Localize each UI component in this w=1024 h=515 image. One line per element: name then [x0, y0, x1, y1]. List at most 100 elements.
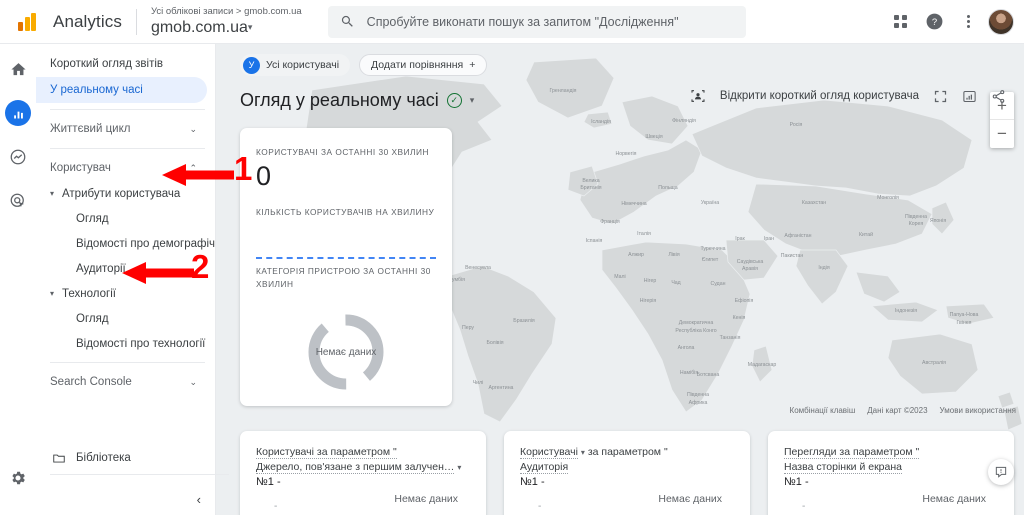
collapse-sidebar-button[interactable]: ‹: [197, 492, 201, 507]
sidebar-item-library[interactable]: Бібліотека: [36, 445, 215, 471]
chip-all-users[interactable]: У Усі користувачі: [240, 54, 351, 76]
share-icon[interactable]: [991, 89, 1006, 104]
rail-item-advertising[interactable]: [5, 188, 31, 214]
chevron-up-icon: ⌃: [189, 162, 197, 173]
search-input[interactable]: Спробуйте виконати пошук за запитом "Дос…: [327, 5, 746, 38]
map-zoom-out-button[interactable]: −: [990, 120, 1014, 148]
map-country-label: Ісландія: [591, 119, 611, 125]
account-breadcrumb: Усі облікові записи > gmob.com.ua: [150, 6, 302, 17]
map-country-label: Австралія: [922, 360, 946, 366]
sidebar-item-technologies[interactable]: ▾ Технології: [36, 281, 215, 306]
icon-rail: [0, 44, 36, 515]
top-bar: Analytics Усі облікові записи > gmob.com…: [0, 0, 1024, 44]
card-title-line2[interactable]: Джерело, пов'язане з першим залучен… ▾: [256, 460, 470, 475]
map-country-label: Болівія: [486, 340, 503, 346]
sidebar-item-realtime[interactable]: У реальному часі: [36, 77, 207, 103]
map-country-label: Іран: [764, 236, 774, 242]
add-comparison-button[interactable]: Додати порівняння +: [359, 54, 488, 76]
card-no-data: Немає даних: [394, 493, 458, 505]
card-axis-dot: -: [802, 501, 806, 512]
realtime-status-icon: ✓: [446, 93, 462, 108]
map-country-label: Туреччина: [700, 246, 725, 252]
map-country-label: Норвегія: [616, 151, 637, 157]
rail-item-reports[interactable]: [5, 100, 31, 126]
divider: [50, 474, 229, 475]
sidebar-item-tech-overview[interactable]: Огляд: [36, 306, 215, 331]
user-snapshot-icon[interactable]: [690, 88, 706, 104]
users-per-minute-chart: [256, 229, 436, 259]
map-country-label: Німеччина: [621, 201, 646, 207]
rail-item-explore[interactable]: [5, 144, 31, 170]
map-country-label: Африка: [689, 400, 708, 406]
account-selector[interactable]: Усі облікові записи > gmob.com.ua gmob.c…: [151, 6, 302, 37]
map-country-label: Малі: [614, 274, 625, 280]
sidebar-item-tech-details[interactable]: Відомості про технології: [36, 331, 215, 356]
sidebar-item-search-console[interactable]: Search Console ⌄: [36, 369, 207, 395]
map-country-label: Індія: [818, 265, 829, 271]
map-country-label: Ангола: [678, 345, 695, 351]
chip-all-users-label: Усі користувачі: [266, 59, 340, 71]
search-placeholder: Спробуйте виконати пошук за запитом "Дос…: [366, 14, 679, 29]
card-title-line1: Користувачі за параметром ": [256, 446, 397, 459]
analytics-realtime-page: Analytics Усі облікові записи > gmob.com…: [0, 0, 1024, 515]
rail-item-home[interactable]: [5, 56, 31, 82]
map-country-label: Польща: [658, 185, 677, 191]
map-country-label: Нігерія: [640, 298, 657, 304]
map-country-label: Британія: [580, 185, 601, 191]
map-country-label: Китай: [859, 231, 873, 238]
map-country-label: Папуа-Нова: [950, 312, 979, 318]
card-title-line1[interactable]: Користувачі ▾ за параметром ": [520, 445, 734, 460]
map-country-label: Бразилія: [513, 318, 535, 324]
map-country-label: Монголія: [877, 195, 899, 201]
card-title-line1: Перегляди за параметром ": [784, 446, 920, 459]
map-keyboard-shortcuts-link[interactable]: Комбінації клавіш: [790, 406, 856, 415]
card-no-data: Немає даних: [922, 493, 986, 505]
triangle-down-icon: ▾: [50, 289, 55, 298]
map-country-label: Велика: [582, 178, 599, 184]
sidebar-item-audiences[interactable]: Аудиторії: [36, 256, 215, 281]
sidebar-item-user-attributes[interactable]: ▾ Атрибути користувача: [36, 181, 215, 206]
page-title: Огляд у реальному часі: [240, 90, 439, 110]
map-country-label: Японія: [930, 218, 946, 224]
sidebar-item-reports-snapshot[interactable]: Короткий огляд звітів: [36, 51, 207, 77]
property-name: gmob.com.ua▾: [150, 19, 253, 36]
rail-item-settings[interactable]: [5, 465, 31, 491]
sidebar-item-user-attr-overview[interactable]: Огляд: [36, 206, 215, 231]
sidebar-item-lifecycle[interactable]: Життєвий цикл ⌄: [36, 116, 207, 142]
help-icon[interactable]: ?: [920, 8, 948, 36]
map-country-label: Україна: [701, 200, 719, 206]
map-country-label: Чад: [671, 280, 680, 286]
open-user-snapshot-label[interactable]: Відкрити короткий огляд користувача: [720, 90, 919, 102]
avatar[interactable]: [988, 8, 1014, 35]
divider: [50, 362, 205, 363]
comparison-chips: У Усі користувачі Додати порівняння +: [240, 54, 1024, 76]
map-country-label: Аравія: [742, 266, 758, 272]
map-country-label: Лівія: [668, 252, 679, 258]
folder-icon: [53, 454, 65, 463]
bottom-cards-row: Користувачі за параметром " Джерело, пов…: [240, 431, 1014, 515]
fullscreen-icon[interactable]: [933, 89, 948, 104]
map-country-label: Італія: [637, 231, 651, 237]
sidebar-item-user[interactable]: Користувач ⌃: [36, 155, 207, 181]
map-country-label: Пакистан: [781, 253, 804, 259]
card-rank: №1 -: [520, 476, 545, 488]
map-terms-link[interactable]: Умови використання: [940, 406, 1016, 415]
title-chevron-down-icon[interactable]: ▾: [470, 95, 475, 106]
map-data-copyright: Дані карт ©2023: [867, 406, 928, 415]
map-country-label: Корея: [909, 221, 924, 227]
sidebar-item-demographics[interactable]: Відомості про демографіч…: [36, 231, 215, 256]
apps-grid-icon[interactable]: [886, 8, 914, 36]
edit-chart-icon[interactable]: [962, 89, 977, 104]
map-country-label: Афганістан: [784, 233, 811, 239]
sidebar: Короткий огляд звітів У реальному часі Ж…: [36, 44, 229, 515]
map-country-label: Гвінея: [957, 320, 972, 326]
map-country-label: Мадагаскар: [748, 362, 777, 368]
more-vertical-icon[interactable]: [954, 8, 982, 36]
feedback-icon[interactable]: [988, 459, 1014, 485]
map-country-label: Фінляндія: [672, 118, 696, 124]
plus-icon: +: [469, 59, 476, 71]
map-country-label: Швеція: [645, 134, 662, 140]
card-no-data: Немає даних: [658, 493, 722, 505]
card-rank: №1 -: [256, 476, 281, 488]
map-country-label: Росія: [790, 122, 803, 128]
